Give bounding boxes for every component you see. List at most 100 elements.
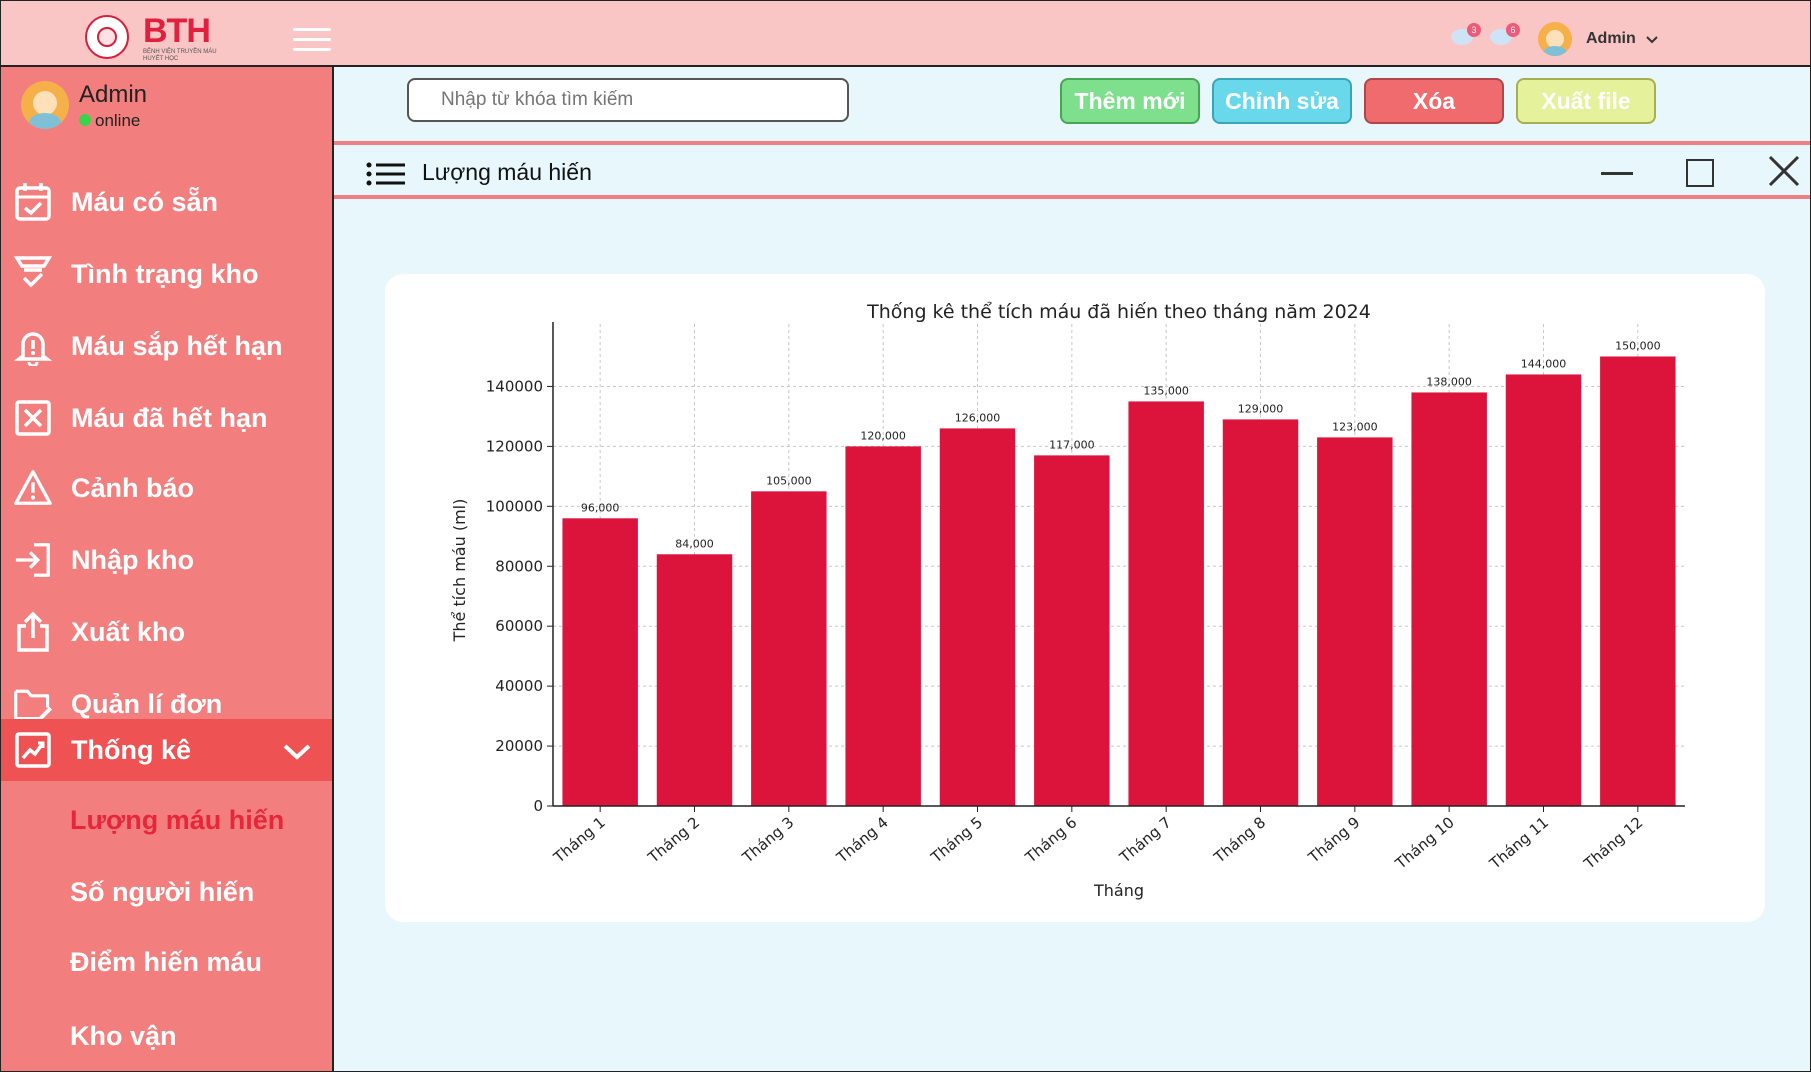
notification-button[interactable]: 3 bbox=[1451, 23, 1481, 47]
y-tick-label: 100000 bbox=[486, 497, 543, 515]
sidebar-subitem-donation-sites[interactable]: Điểm hiến máu bbox=[70, 947, 262, 978]
bar bbox=[562, 518, 638, 806]
sidebar-item-label: Nhập kho bbox=[71, 544, 195, 575]
bar bbox=[1222, 419, 1299, 806]
x-tick-label: Tháng 11 bbox=[1486, 813, 1553, 873]
y-axis-label: Thể tích máu (ml) bbox=[450, 499, 469, 643]
sidebar-item-label: Tình trạng kho bbox=[71, 258, 259, 289]
bar-value-label: 135,000 bbox=[1143, 384, 1189, 397]
x-square-icon bbox=[13, 398, 53, 438]
user-name: Admin bbox=[1586, 30, 1636, 47]
y-tick-label: 140000 bbox=[486, 377, 543, 395]
sidebar-item-label: Xuất kho bbox=[71, 616, 186, 647]
edit-button[interactable]: Chỉnh sửa bbox=[1212, 78, 1352, 124]
logo[interactable]: BTH BỆNH VIỆN TRUYỀN MÁU HUYẾT HỌC bbox=[85, 12, 225, 62]
y-tick-label: 40000 bbox=[495, 677, 543, 695]
logo-text: BTH bbox=[143, 12, 211, 50]
sidebar-item-label: Cảnh báo bbox=[71, 472, 195, 503]
sidebar: Admin online Máu có sẵn Tình trạng kho M… bbox=[1, 67, 334, 1071]
bar bbox=[751, 491, 827, 806]
bar-value-label: 105,000 bbox=[766, 474, 812, 487]
sidebar-item-label: Thống kê bbox=[71, 734, 191, 765]
calendar-check-icon bbox=[13, 182, 53, 222]
bar bbox=[1034, 455, 1110, 806]
sidebar-item-expiring-blood[interactable]: Máu sắp hết hạn bbox=[1, 315, 332, 377]
x-tick-label: Tháng 3 bbox=[738, 813, 797, 867]
add-button[interactable]: Thêm mới bbox=[1060, 78, 1200, 124]
search-input[interactable] bbox=[407, 78, 849, 122]
sidebar-item-import[interactable]: Nhập kho bbox=[1, 529, 332, 591]
sidebar-profile: Admin online bbox=[21, 81, 147, 133]
sidebar-item-available-blood[interactable]: Máu có sẵn bbox=[1, 171, 332, 233]
sidebar-item-label: Máu sắp hết hạn bbox=[71, 330, 283, 361]
minimize-icon[interactable] bbox=[1601, 172, 1633, 175]
bar bbox=[1317, 437, 1393, 806]
y-tick-label: 80000 bbox=[495, 557, 543, 575]
bar bbox=[845, 446, 921, 806]
menu-toggle-icon[interactable] bbox=[293, 28, 331, 54]
bar-value-label: 123,000 bbox=[1332, 420, 1378, 433]
bar-value-label: 129,000 bbox=[1238, 402, 1284, 415]
bar-value-label: 120,000 bbox=[860, 429, 906, 442]
export-file-button[interactable]: Xuất file bbox=[1516, 78, 1656, 124]
x-tick-label: Tháng 1 bbox=[550, 813, 609, 867]
maximize-icon[interactable] bbox=[1686, 159, 1714, 187]
folder-edit-icon bbox=[13, 684, 53, 724]
sidebar-subitem-donor-count[interactable]: Số người hiến bbox=[70, 877, 254, 908]
sidebar-item-stock-status[interactable]: Tình trạng kho bbox=[1, 243, 332, 305]
sidebar-subitem-blood-volume[interactable]: Lượng máu hiến bbox=[70, 805, 284, 836]
x-tick-label: Tháng 9 bbox=[1304, 813, 1363, 867]
app-window: BTH BỆNH VIỆN TRUYỀN MÁU HUYẾT HỌC 3 6 A… bbox=[0, 0, 1811, 1072]
list-icon[interactable] bbox=[366, 162, 406, 191]
sidebar-subitem-logistics[interactable]: Kho vận bbox=[70, 1021, 177, 1052]
status-text: online bbox=[95, 111, 141, 130]
profile-name: Admin bbox=[79, 81, 148, 108]
online-dot-icon bbox=[79, 114, 91, 126]
y-tick-label: 0 bbox=[533, 797, 543, 815]
bar bbox=[939, 428, 1016, 806]
warning-icon bbox=[13, 468, 53, 508]
x-axis-label: Tháng bbox=[1093, 881, 1144, 900]
hospital-seal-icon bbox=[85, 15, 129, 59]
x-tick-label: Tháng 7 bbox=[1116, 813, 1175, 867]
sidebar-item-export[interactable]: Xuất kho bbox=[1, 601, 332, 663]
sidebar-item-label: Quản lí đơn bbox=[71, 688, 223, 719]
x-tick-label: Tháng 10 bbox=[1391, 813, 1458, 873]
bar-chart: Thống kê thể tích máu đã hiến theo tháng… bbox=[450, 301, 1685, 900]
x-tick-label: Tháng 4 bbox=[833, 813, 892, 867]
sidebar-item-statistics[interactable]: Thống kê bbox=[1, 719, 332, 781]
x-tick-label: Tháng 12 bbox=[1580, 813, 1647, 873]
panel-title: Lượng máu hiến bbox=[422, 159, 592, 185]
bar bbox=[1411, 392, 1487, 806]
bar-value-label: 126,000 bbox=[955, 411, 1001, 424]
chart-title: Thống kê thể tích máu đã hiến theo tháng… bbox=[866, 301, 1371, 323]
funnel-check-icon bbox=[13, 254, 53, 294]
x-tick-label: Tháng 6 bbox=[1021, 813, 1080, 867]
avatar bbox=[1538, 22, 1572, 56]
bell-alert-icon bbox=[13, 326, 53, 366]
logo-subtitle: BỆNH VIỆN TRUYỀN MÁU HUYẾT HỌC bbox=[143, 49, 217, 62]
profile-status: online bbox=[79, 111, 140, 131]
user-menu[interactable]: Admin bbox=[1538, 21, 1658, 57]
alert-count: 6 bbox=[1506, 23, 1520, 37]
chart-icon bbox=[13, 730, 53, 770]
sidebar-item-warnings[interactable]: Cảnh báo bbox=[1, 457, 332, 519]
bar-value-label: 138,000 bbox=[1426, 375, 1472, 388]
close-icon[interactable] bbox=[1768, 155, 1800, 192]
export-icon bbox=[13, 611, 53, 652]
notification-count: 3 bbox=[1467, 23, 1481, 37]
alert-button[interactable]: 6 bbox=[1490, 23, 1520, 47]
sidebar-item-expired-blood[interactable]: Máu đã hết hạn bbox=[1, 387, 332, 449]
panel-header: Lượng máu hiến bbox=[334, 141, 1810, 199]
sidebar-item-label: Máu đã hết hạn bbox=[71, 402, 268, 433]
sidebar-item-label: Máu có sẵn bbox=[71, 186, 219, 217]
bar bbox=[656, 554, 733, 806]
chevron-down-icon[interactable] bbox=[282, 737, 312, 768]
x-tick-label: Tháng 8 bbox=[1210, 813, 1269, 867]
top-bar: BTH BỆNH VIỆN TRUYỀN MÁU HUYẾT HỌC 3 6 A… bbox=[1, 1, 1810, 67]
bar-value-label: 84,000 bbox=[675, 537, 714, 550]
y-tick-label: 60000 bbox=[495, 617, 543, 635]
bar-value-label: 144,000 bbox=[1521, 357, 1567, 370]
delete-button[interactable]: Xóa bbox=[1364, 78, 1504, 124]
bar-value-label: 150,000 bbox=[1615, 339, 1661, 352]
